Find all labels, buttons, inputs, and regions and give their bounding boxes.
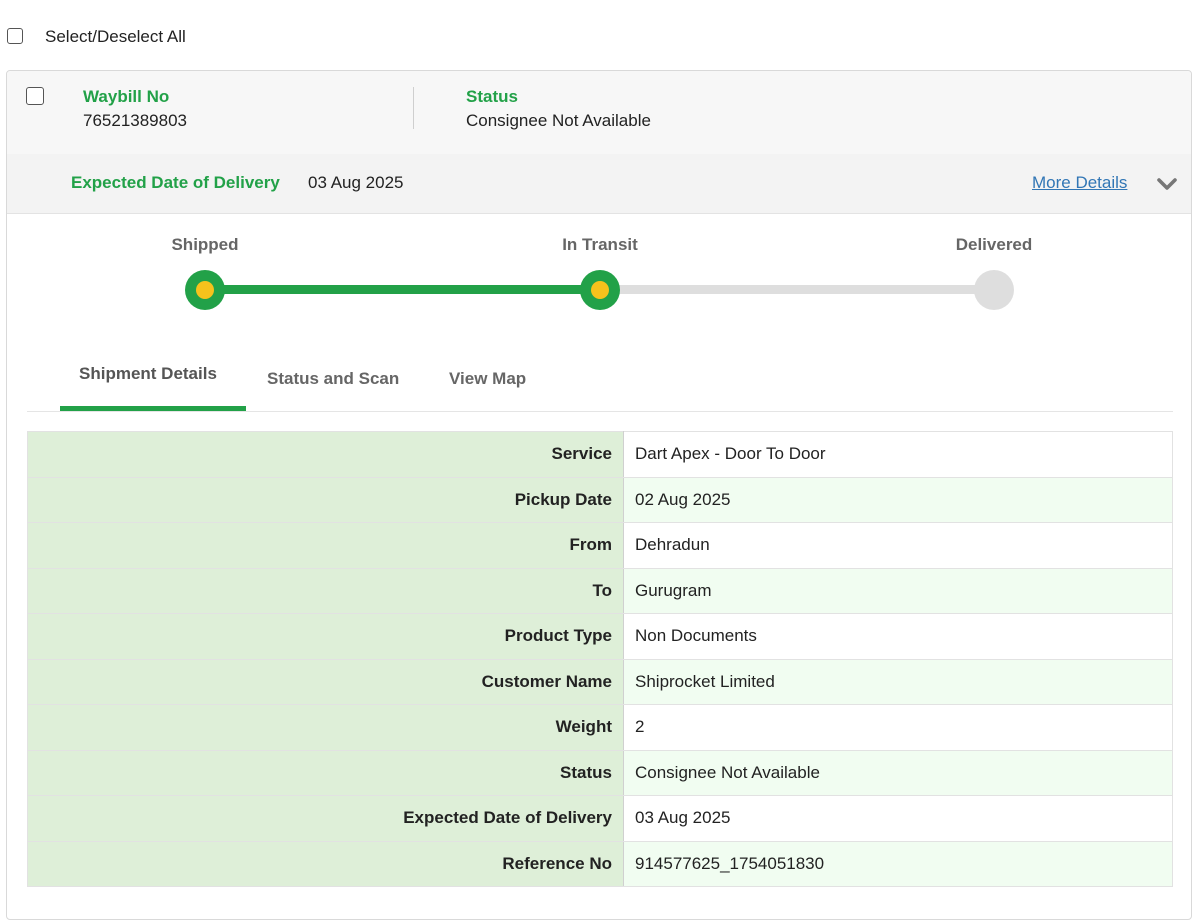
- tab-view-map[interactable]: View Map: [449, 369, 526, 389]
- select-all-checkbox[interactable]: [7, 28, 23, 44]
- detail-key: Product Type: [27, 613, 624, 660]
- shipment-checkbox[interactable]: [26, 87, 44, 105]
- detail-value: Dehradun: [623, 522, 1173, 569]
- detail-key: Weight: [27, 704, 624, 751]
- detail-value: 2: [623, 704, 1173, 751]
- tab-shipment-details[interactable]: Shipment Details: [79, 364, 217, 384]
- header-divider: [413, 87, 414, 129]
- detail-value: Shiprocket Limited: [623, 658, 1173, 705]
- detail-value: Gurugram: [623, 567, 1173, 614]
- status-label: Status: [466, 87, 518, 106]
- table-row: Customer Name Shiprocket Limited: [27, 658, 1173, 705]
- tab-status-and-scan[interactable]: Status and Scan: [267, 369, 399, 389]
- expected-delivery-label: Expected Date of Delivery: [71, 173, 280, 192]
- progress-track-completed: [205, 285, 600, 294]
- more-details-link[interactable]: More Details: [1032, 173, 1127, 193]
- step-node-shipped: [185, 270, 225, 310]
- table-row: To Gurugram: [27, 567, 1173, 614]
- step-label-in-transit: In Transit: [562, 235, 638, 254]
- detail-key: Status: [27, 749, 624, 796]
- step-node-in-transit: [580, 270, 620, 310]
- detail-key: From: [27, 522, 624, 569]
- detail-key: Service: [27, 431, 624, 478]
- detail-value: 03 Aug 2025: [623, 795, 1173, 842]
- detail-key: Reference No: [27, 840, 624, 887]
- detail-value: Consignee Not Available: [623, 749, 1173, 796]
- table-row: Service Dart Apex - Door To Door: [27, 431, 1173, 478]
- detail-key: Expected Date of Delivery: [27, 795, 624, 842]
- step-dot-shipped: [196, 281, 214, 299]
- detail-value: 02 Aug 2025: [623, 476, 1173, 523]
- shipment-header: Waybill No 76521389803 Status Consignee …: [7, 71, 1191, 155]
- detail-key: To: [27, 567, 624, 614]
- shipment-card: Waybill No 76521389803 Status Consignee …: [6, 70, 1192, 920]
- table-row: Product Type Non Documents: [27, 613, 1173, 660]
- progress-track-remaining: [600, 285, 994, 294]
- status-value: Consignee Not Available: [466, 111, 651, 130]
- table-row: Reference No 914577625_1754051830: [27, 840, 1173, 887]
- table-row: Expected Date of Delivery 03 Aug 2025: [27, 795, 1173, 842]
- detail-value: 914577625_1754051830: [623, 840, 1173, 887]
- table-row: Pickup Date 02 Aug 2025: [27, 476, 1173, 523]
- detail-key: Customer Name: [27, 658, 624, 705]
- active-tab-indicator: [60, 406, 246, 411]
- step-label-shipped: Shipped: [171, 235, 239, 254]
- chevron-down-icon[interactable]: [1155, 172, 1179, 196]
- table-row: Status Consignee Not Available: [27, 749, 1173, 796]
- detail-value: Dart Apex - Door To Door: [623, 431, 1173, 478]
- waybill-label: Waybill No: [83, 87, 170, 106]
- step-dot-in-transit: [591, 281, 609, 299]
- expected-delivery-value: 03 Aug 2025: [308, 173, 404, 192]
- select-all-label: Select/Deselect All: [45, 27, 186, 46]
- detail-key: Pickup Date: [27, 476, 624, 523]
- waybill-number: 76521389803: [83, 111, 188, 130]
- tabs-divider: [27, 411, 1173, 412]
- detail-value: Non Documents: [623, 613, 1173, 660]
- table-row: From Dehradun: [27, 522, 1173, 569]
- step-node-delivered: [974, 270, 1014, 310]
- shipment-details-table: Service Dart Apex - Door To Door Pickup …: [27, 431, 1173, 887]
- step-label-delivered: Delivered: [955, 235, 1033, 254]
- expected-delivery-bar: Expected Date of Delivery 03 Aug 2025 Mo…: [7, 154, 1191, 214]
- table-row: Weight 2: [27, 704, 1173, 751]
